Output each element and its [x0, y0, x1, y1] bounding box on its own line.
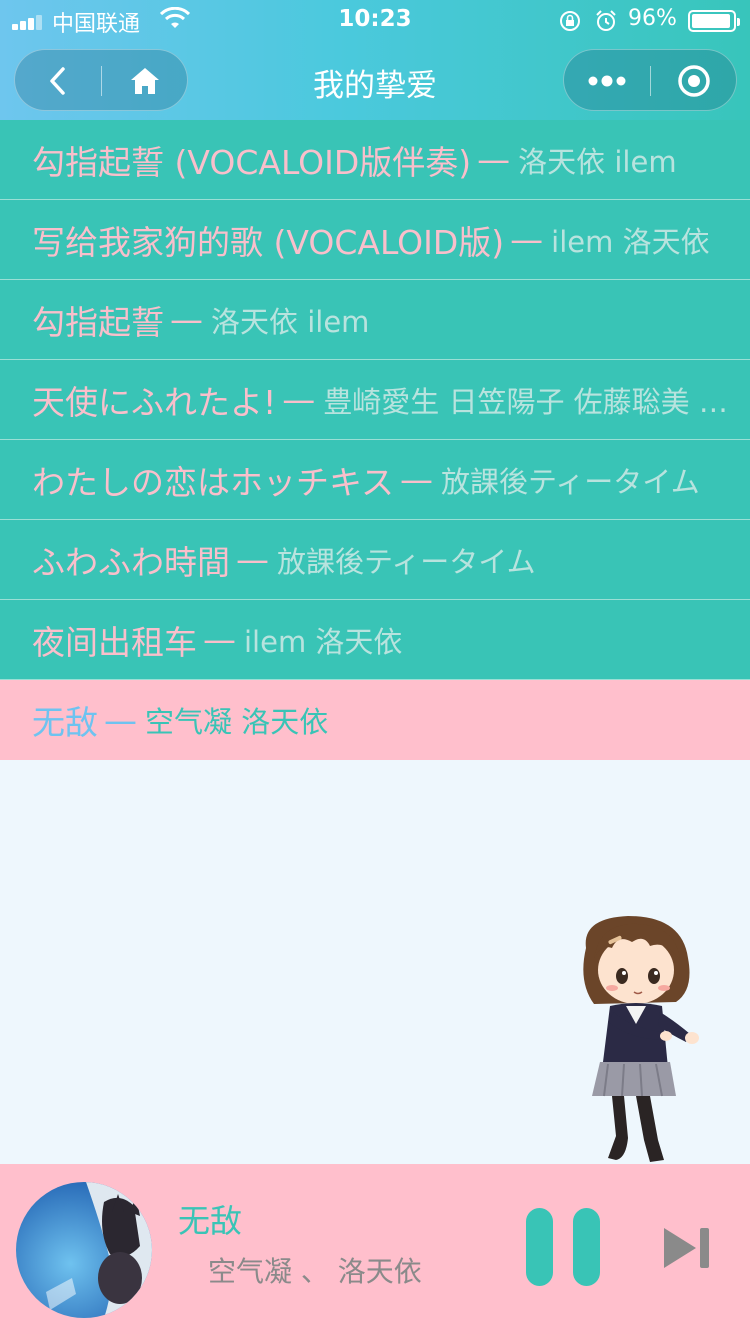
song-item[interactable]: 勾指起誓 — 洛天依 ilem: [0, 280, 750, 360]
song-separator: —: [203, 620, 236, 659]
next-track-button[interactable]: [662, 1226, 712, 1270]
song-artist: 豊崎愛生 日笠陽子 佐藤聡美 寿美菜子: [323, 384, 743, 419]
song-title: ふわふわ時間: [32, 542, 230, 582]
song-item[interactable]: 勾指起誓 (VOCALOID版伴奏) — 洛天依 ilem: [0, 120, 750, 200]
song-list: 勾指起誓 (VOCALOID版伴奏) — 洛天依 ilem 写给我家狗的歌 (VOC…: [0, 120, 750, 760]
song-item-active[interactable]: 无敌 — 空气凝 洛天依: [0, 680, 750, 760]
song-title: 无敌: [32, 703, 98, 742]
more-button[interactable]: [564, 50, 650, 112]
target-close-icon: [678, 65, 710, 97]
song-artist: 洛天依 ilem: [518, 144, 677, 179]
header: 中国联通 10:23 96% 我的挚爱: [0, 0, 750, 120]
rotation-lock-icon: [560, 11, 580, 31]
dancing-girl-illustration: [583, 916, 699, 1162]
more-dots-icon: [588, 75, 626, 87]
song-artist: 放課後ティータイム: [277, 544, 536, 579]
now-playing-artist: 空气凝 、 洛天依: [208, 1255, 422, 1288]
song-artist: 放課後ティータイム: [441, 464, 700, 499]
battery-icon: [688, 10, 740, 32]
player-bar: 无敌 空气凝 、 洛天依: [0, 1164, 750, 1334]
song-separator: —: [104, 700, 137, 740]
pause-icon: [526, 1208, 553, 1286]
song-title: 勾指起誓 (VOCALOID版伴奏): [32, 142, 472, 182]
close-miniprogram-button[interactable]: [651, 50, 737, 112]
alarm-icon: [596, 10, 616, 31]
song-separator: —: [510, 220, 544, 259]
song-title: 写给我家狗的歌 (VOCALOID版): [32, 222, 505, 262]
song-title: 天使にふれたよ!: [32, 382, 277, 422]
song-title: 勾指起誓: [32, 302, 164, 342]
song-artist: 洛天依 ilem: [211, 304, 370, 339]
song-separator: —: [236, 540, 269, 579]
battery-percent: 96%: [628, 6, 677, 31]
song-separator: —: [400, 460, 434, 499]
song-title: 夜间出租车: [32, 622, 197, 662]
next-track-icon: [664, 1228, 696, 1268]
song-item[interactable]: わたしの恋はホッチキス — 放課後ティータイム: [0, 440, 750, 520]
now-playing-title: 无敌: [178, 1202, 243, 1240]
song-artist: ilem 洛天依: [244, 624, 403, 659]
song-title: わたしの恋はホッチキス: [32, 462, 395, 502]
song-artist: ilem 洛天依: [551, 224, 710, 259]
song-separator: —: [282, 380, 316, 419]
song-artist: 空气凝 洛天依: [145, 705, 329, 739]
song-item[interactable]: 夜间出租车 — ilem 洛天依: [0, 600, 750, 680]
song-item[interactable]: ふわふわ時間 — 放課後ティータイム: [0, 520, 750, 600]
song-separator: —: [477, 140, 511, 179]
album-cover[interactable]: [16, 1182, 152, 1318]
nav-capsule-right: [563, 49, 737, 111]
pause-button[interactable]: [524, 1208, 602, 1288]
song-separator: —: [170, 300, 203, 339]
song-item[interactable]: 写给我家狗的歌 (VOCALOID版) — ilem 洛天依: [0, 200, 750, 280]
song-item[interactable]: 天使にふれたよ!—豊崎愛生 日笠陽子 佐藤聡美 寿美菜子: [0, 360, 750, 440]
status-bar: 中国联通 10:23 96%: [0, 0, 750, 40]
